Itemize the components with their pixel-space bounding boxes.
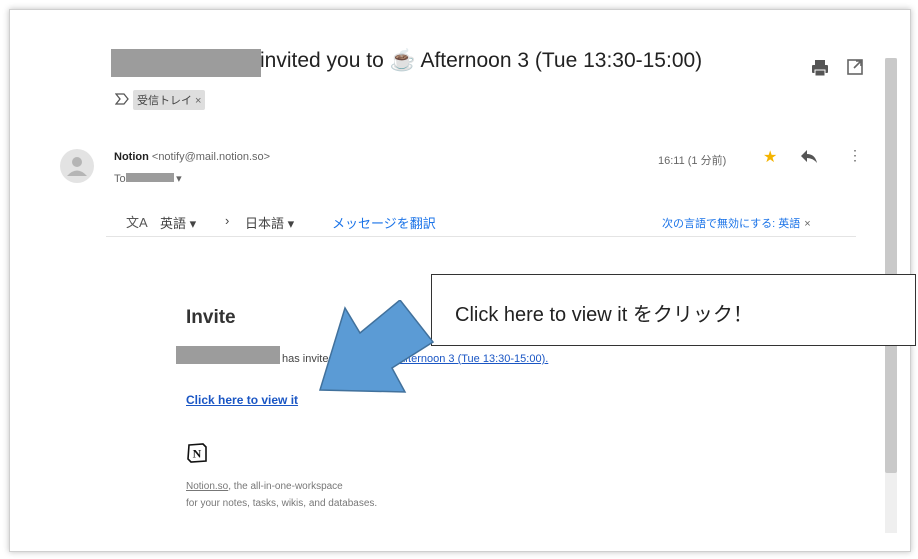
footer-line-2: for your notes, tasks, wikis, and databa… [186, 498, 378, 509]
label-text: 受信トレイ [137, 95, 192, 107]
source-language-select[interactable]: 英語 ▾ [160, 213, 196, 232]
svg-text:N: N [193, 447, 202, 461]
redacted-inviter [176, 346, 280, 364]
translate-message-link[interactable]: メッセージを翻訳 [332, 213, 436, 232]
invite-heading: Invite [186, 307, 236, 328]
open-in-new-window-icon[interactable] [846, 58, 864, 76]
close-translate-button[interactable]: × [804, 218, 810, 230]
redacted-recipient [126, 173, 174, 182]
timestamp: 16:11 (1 分前) [658, 155, 727, 167]
email-subject: invited you to ☕ Afternoon 3 (Tue 13:30-… [260, 49, 702, 73]
annotation-callout-text: Click here to view it をクリック！ [455, 304, 753, 326]
translate-icon: 文A [126, 215, 148, 230]
view-page-link[interactable]: Click here to view it [186, 393, 298, 407]
footer-line-1: Notion.so, the all-in-one-workspace [186, 481, 343, 492]
subject-text: invited you to [260, 49, 390, 72]
scrollbar-thumb[interactable] [885, 58, 897, 473]
sender-address: <notify@mail.notion.so> [151, 151, 271, 163]
importance-marker-icon[interactable] [114, 92, 129, 108]
sender-name[interactable]: Notion [114, 151, 149, 163]
reply-icon[interactable] [800, 148, 818, 164]
target-language-select[interactable]: 日本語 ▾ [245, 213, 294, 232]
print-icon[interactable] [810, 58, 830, 78]
subject-event: Afternoon 3 (Tue 13:30-15:00) [420, 49, 703, 72]
coffee-icon: ☕ [389, 49, 416, 72]
sender-line: Notion <notify@mail.notion.so> [114, 151, 270, 163]
more-options-icon[interactable]: ⋮ [848, 147, 862, 164]
avatar [60, 149, 94, 183]
footer-tagline: , the all-in-one-workspace [228, 481, 343, 492]
notion-logo-icon: N [187, 443, 207, 463]
notion-site-link[interactable]: Notion.so [186, 481, 228, 492]
inbox-label-chip[interactable]: 受信トレイ × [133, 90, 206, 110]
chevron-right-icon: › [225, 213, 230, 228]
disable-translation-text[interactable]: 次の言語で無効にする: 英語 [662, 218, 800, 230]
star-icon[interactable]: ★ [763, 147, 777, 167]
label-remove-button[interactable]: × [195, 95, 201, 107]
redacted-sender [111, 49, 261, 77]
disable-translation-link[interactable]: 次の言語で無効にする: 英語 × [662, 215, 811, 231]
pointer-arrow-annotation [318, 300, 435, 393]
